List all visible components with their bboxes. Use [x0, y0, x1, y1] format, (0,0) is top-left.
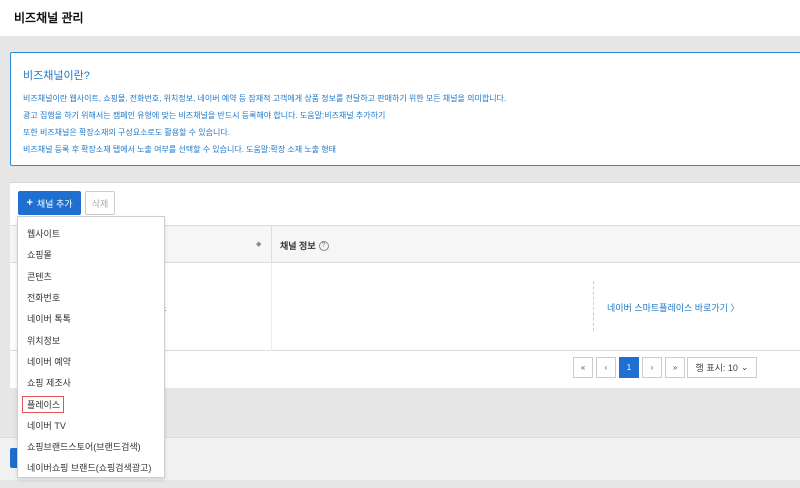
last-page-button[interactable]: »	[665, 357, 685, 378]
column-divider	[271, 263, 272, 351]
dropdown-item-brand-store[interactable]: 쇼핑브랜드스토어(브랜드검색)	[18, 436, 164, 457]
dropdown-item-content[interactable]: 콘텐츠	[18, 266, 164, 287]
info-title: 비즈채널이란?	[23, 70, 90, 82]
add-channel-label: 채널 추가	[36, 198, 73, 209]
smartplace-link[interactable]: 네이버 스마트플레이스 바로가기 〉	[607, 301, 739, 314]
dropdown-item-website[interactable]: 웹사이트	[18, 223, 164, 244]
next-page-button[interactable]: ›	[642, 357, 662, 378]
page-header: 비즈채널 관리	[0, 0, 800, 36]
page-title: 비즈채널 관리	[14, 11, 84, 25]
highlighted-item-label: 플레이스	[22, 395, 65, 413]
dropdown-item-naver-tv[interactable]: 네이버 TV	[18, 415, 164, 436]
info-line: 비즈채널 등록 후 확장소재 탭에서 노출 여부를 선택할 수 있습니다. 도움…	[23, 145, 337, 154]
dropdown-item-shopping-mall[interactable]: 쇼핑몰	[18, 244, 164, 265]
dropdown-item-location[interactable]: 위치정보	[18, 329, 164, 350]
dropdown-item-naver-booking[interactable]: 네이버 예약	[18, 351, 164, 372]
first-page-button[interactable]: «	[573, 357, 593, 378]
cell-divider	[593, 281, 594, 331]
channel-type-dropdown: 웹사이트 쇼핑몰 콘텐츠 전화번호 네이버 톡톡 위치정보 네이버 예약 쇼핑 …	[17, 216, 165, 478]
help-icon[interactable]: ?	[318, 240, 329, 251]
dropdown-item-place[interactable]: 플레이스	[18, 393, 164, 414]
dropdown-item-phone[interactable]: 전화번호	[18, 287, 164, 308]
dropdown-item-shopping-maker[interactable]: 쇼핑 제조사	[18, 372, 164, 393]
column-header-label: 채널 정보	[280, 241, 316, 251]
page-1-button[interactable]: 1	[619, 357, 639, 378]
info-line: 비즈채널이란 웹사이트, 쇼핑몰, 전화번호, 위치정보, 네이버 예약 등 잠…	[23, 94, 507, 103]
chevron-down-icon: ⌄	[740, 362, 749, 372]
info-box: 비즈채널이란? 비즈채널이란 웹사이트, 쇼핑몰, 전화번호, 위치정보, 네이…	[10, 52, 800, 166]
dropdown-item-naver-talktalk[interactable]: 네이버 톡톡	[18, 308, 164, 329]
sort-icon[interactable]: ◆	[256, 240, 261, 248]
info-line: 또한 비즈채널은 확장소재의 구성요소로도 활용할 수 있습니다.	[23, 128, 230, 137]
dropdown-item-naver-shopping-brand[interactable]: 네이버쇼핑 브랜드(쇼핑검색광고)	[18, 457, 164, 478]
page-size-label: 행 표시: 10	[695, 363, 738, 373]
info-line: 광고 집행을 하기 위해서는 캠페인 유형에 맞는 비즈채널을 반드시 등록해야…	[23, 111, 386, 120]
prev-page-button[interactable]: ‹	[596, 357, 616, 378]
delete-button[interactable]: 삭제	[85, 191, 115, 215]
add-channel-button[interactable]: + 채널 추가	[18, 191, 81, 215]
page-size-select[interactable]: 행 표시: 10 ⌄	[687, 357, 757, 378]
plus-icon: +	[26, 197, 33, 209]
column-divider	[271, 226, 272, 264]
column-header-channel-info: 채널 정보 ?	[280, 239, 329, 252]
